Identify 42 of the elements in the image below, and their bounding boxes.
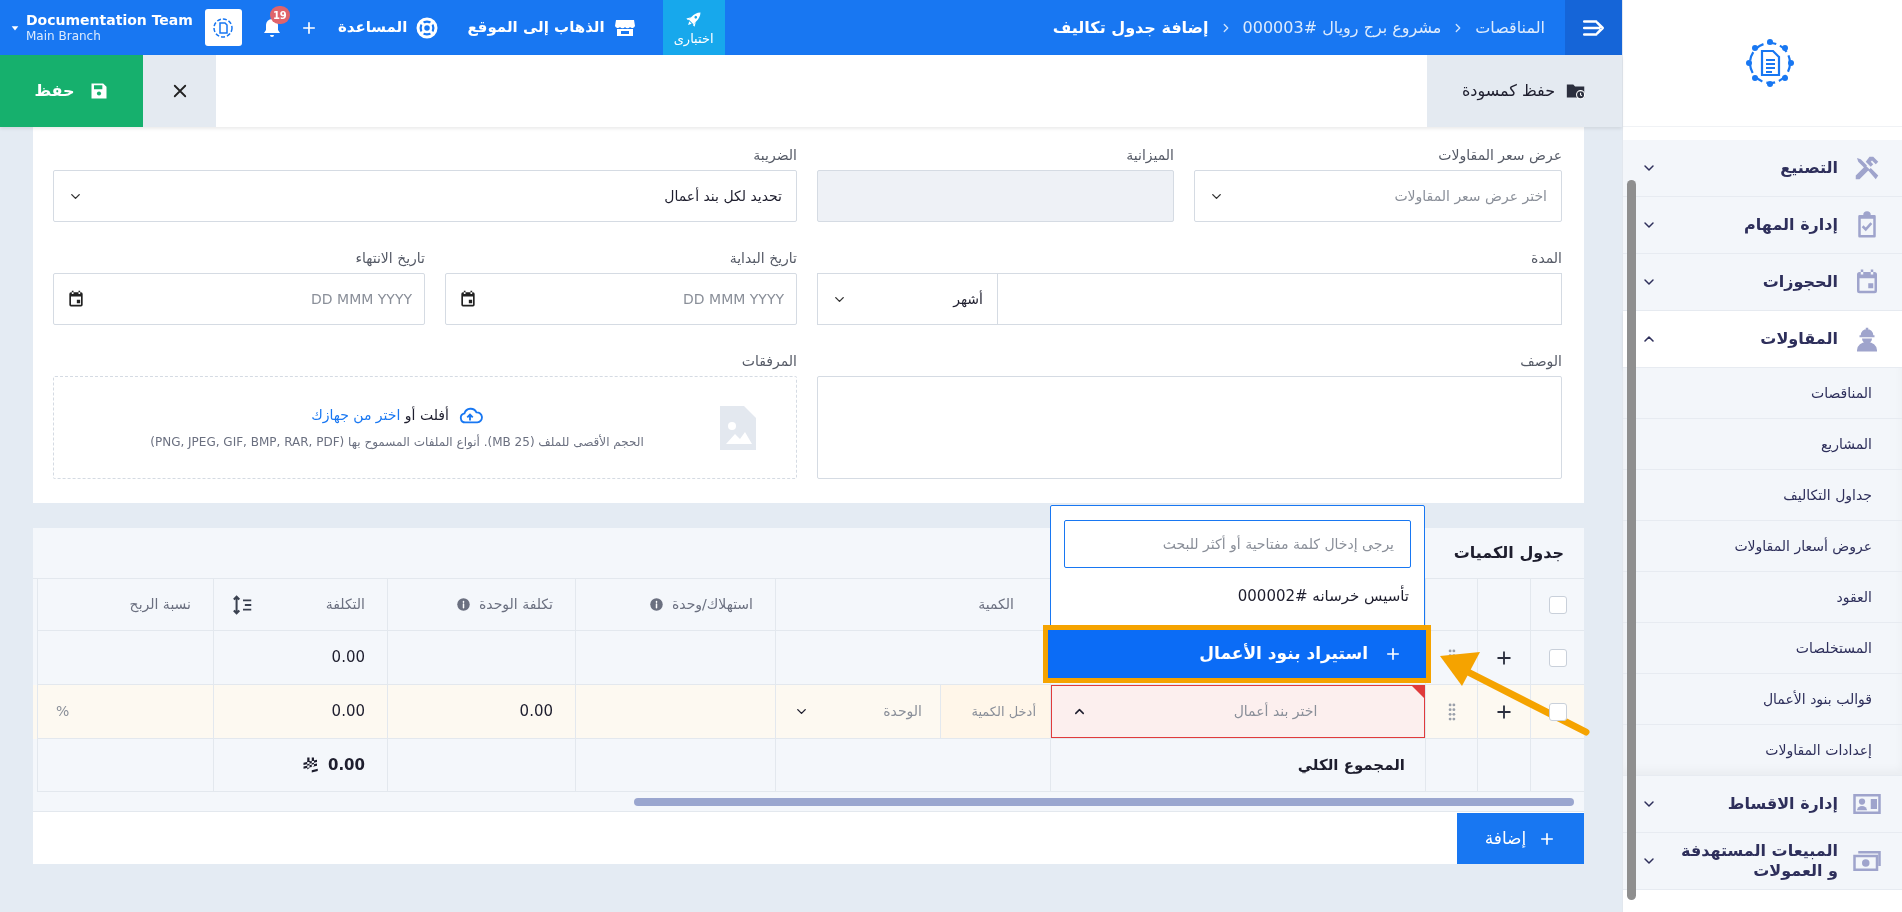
upload-hint: الحجم الأقصى للملف (25 MB). أنواع الملفات المسموح بها (PNG, JPEG, GIF, BMP, RAR, PDF)	[150, 433, 644, 451]
breadcrumb-link[interactable]: المناقصات	[1475, 15, 1545, 40]
select-field[interactable]: تحديد لكل بند أعمال	[53, 170, 797, 222]
sidebar-item[interactable]: المقاولات	[1623, 311, 1902, 368]
sidebar-item[interactable]: الحجوزات	[1623, 254, 1902, 311]
sidebar-item[interactable]: إدارة الاقساط	[1623, 776, 1902, 833]
drop-instruction: أفلت أو اختر من جهازك	[311, 405, 449, 426]
field-label: الضريبة	[752, 146, 797, 164]
field-label: الميزانية	[1125, 146, 1174, 164]
field-label: المدة	[1530, 249, 1562, 267]
top-bar-link[interactable]: المساعدة	[323, 0, 454, 55]
import-work-items-button[interactable]: استيراد بنود الأعمال	[1043, 625, 1431, 683]
dropdown-option[interactable]: تأسيس خرسانه #000002	[1064, 568, 1411, 624]
add-item-button[interactable]: إضافة	[1457, 813, 1584, 864]
field-label: تاريخ البداية	[728, 249, 797, 267]
field-label: تاريخ الانتهاء	[354, 249, 425, 267]
column-header: التكلفة	[325, 595, 365, 614]
table-cell-text: 0.00	[519, 701, 553, 723]
save-draft-button[interactable]: حفظ كمسودة	[1427, 55, 1622, 127]
top-bar-link[interactable]: الذهاب إلى الموقع	[453, 0, 651, 55]
table-cell-text: 0.00	[331, 647, 365, 669]
percent-suffix: %	[56, 702, 70, 721]
sidebar-item[interactable]: المبيعات المستهدفة و العمولات	[1623, 833, 1902, 890]
total-value: 0.00	[328, 754, 365, 776]
field-label: الوصف	[1519, 352, 1562, 370]
unit-select[interactable]: أشهر	[817, 273, 997, 325]
account-switcher[interactable]: Documentation Team Main Branch	[0, 0, 197, 55]
field-label: عرض سعر المقاولات	[1437, 146, 1562, 164]
column-header: الكمية	[978, 595, 1014, 614]
breadcrumb-link[interactable]: مشروع برج رويال #000003	[1242, 15, 1442, 40]
field-label: المرفقات	[740, 352, 797, 370]
column-header: تكلفة الوحدة	[478, 595, 553, 615]
browse-link[interactable]: اختر من جهازك	[311, 407, 401, 423]
table-cell-text: 0.00	[331, 701, 365, 723]
column-header: نسبة الربح	[129, 595, 191, 615]
sidebar-item[interactable]: التصنيع	[1623, 140, 1902, 197]
file-drop-zone[interactable]: أفلت أو اختر من جهازك الحجم الأقصى للملف (25 MB). أنواع الملفات المسموح بها (PNG, JPEG, GIF, BMP, RAR, PDF)	[53, 376, 797, 479]
column-header: استهلاك/وحدة	[672, 595, 753, 615]
sidebar-item[interactable]: إدارة المهام	[1623, 197, 1902, 254]
table-title: جدول الكميات	[1453, 542, 1564, 564]
notification-badge: 19	[269, 6, 290, 24]
total-label: المجموع الكلي	[1297, 754, 1405, 776]
